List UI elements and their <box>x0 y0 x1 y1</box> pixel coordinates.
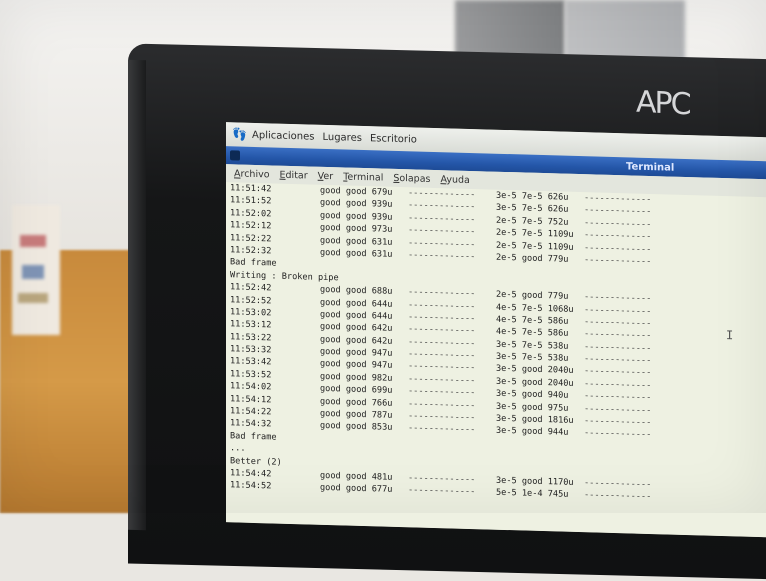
monitor-brand-logo: APC <box>636 84 690 123</box>
monitor-bezel-edge <box>128 59 146 531</box>
line-dashes: ------------- <box>408 485 476 498</box>
line-dashes: ------------- <box>584 490 652 503</box>
line-dashes: ------------- <box>584 255 652 268</box>
monitor-screen: 👣 Aplicaciones Lugares Escritorio Termin… <box>226 122 766 538</box>
line-values: 5e-5 1e-4 745u <box>496 488 569 501</box>
panel-menu-lugares[interactable]: Lugares <box>322 131 361 143</box>
poster-block <box>22 265 44 279</box>
window-menu-icon[interactable] <box>230 150 240 161</box>
line-values: 3e-5 good 944u <box>496 426 569 439</box>
menu-ayuda[interactable]: Ayuda <box>440 174 469 186</box>
background-poster <box>12 205 60 335</box>
menu-terminal[interactable]: Terminal <box>343 171 383 183</box>
menu-solapas[interactable]: Solapas <box>393 172 430 184</box>
line-status: good good 677u <box>320 483 393 496</box>
line-dashes: ------------- <box>408 250 476 263</box>
menu-archivo[interactable]: Archivo <box>234 168 270 180</box>
terminal-output[interactable]: 11:51:42 good good 679u ------------- 3e-5 … <box>226 182 766 538</box>
line-dashes: ------------- <box>408 423 476 436</box>
panel-menu-aplicaciones[interactable]: Aplicaciones <box>252 129 314 142</box>
panel-menu-escritorio[interactable]: Escritorio <box>370 133 417 145</box>
line-dashes: ------------- <box>584 428 652 441</box>
line-status: good good 853u <box>320 421 393 434</box>
line-status: good good 631u <box>320 247 393 260</box>
mouse-ibeam-cursor: I <box>726 328 734 343</box>
window-title: Terminal <box>626 160 675 174</box>
line-values: 2e-5 good 779u <box>496 252 569 265</box>
gnome-foot-icon[interactable]: 👣 <box>232 127 247 141</box>
poster-block <box>18 293 48 303</box>
menu-editar[interactable]: Editar <box>280 169 308 181</box>
menu-ver[interactable]: Ver <box>318 170 334 181</box>
poster-block <box>20 235 46 247</box>
line-time: 11:54:52 <box>230 480 272 492</box>
